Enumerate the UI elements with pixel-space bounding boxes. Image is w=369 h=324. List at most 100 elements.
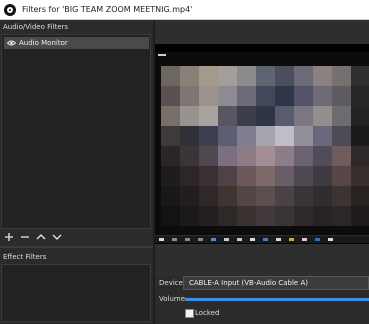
video-pixel-tile (218, 186, 237, 206)
video-pixel-tile (294, 206, 313, 226)
video-pixel-tile (218, 86, 237, 106)
video-pixel-tile (161, 206, 180, 226)
video-pixel-tile (332, 106, 351, 126)
taskbar-icon (198, 238, 203, 241)
remove-filter-button[interactable] (19, 231, 31, 243)
obs-logo-icon (4, 3, 16, 16)
title-bar: Filters for 'BIG TEAM ZOOM MEETNIG.mp4' (0, 0, 369, 20)
video-pixel-tile (199, 126, 218, 146)
video-pixel-tile (161, 146, 180, 166)
video-pixel-tile (199, 86, 218, 106)
video-pixel-tile (275, 166, 294, 186)
video-pixel-tile (237, 86, 256, 106)
volume-fill (185, 298, 369, 301)
move-up-button[interactable] (35, 231, 47, 243)
video-pixel-tile (161, 86, 180, 106)
preview-taskbar (155, 235, 369, 243)
filters-window: Filters for 'BIG TEAM ZOOM MEETNIG.mp4' … (0, 0, 369, 324)
pixelated-video-frame (161, 66, 369, 238)
video-pixel-tile (275, 186, 294, 206)
video-pixel-tile (256, 66, 275, 86)
volume-label: Volume (159, 295, 186, 303)
filter-toolbar (1, 230, 151, 244)
video-pixel-tile (313, 106, 332, 126)
video-pixel-tile (294, 146, 313, 166)
taskbar-icon (328, 238, 333, 241)
video-pixel-tile (237, 106, 256, 126)
window-title: Filters for 'BIG TEAM ZOOM MEETNIG.mp4' (22, 5, 193, 14)
video-pixel-tile (237, 66, 256, 86)
video-pixel-tile (237, 126, 256, 146)
filter-item-audio-monitor[interactable]: Audio Monitor (4, 37, 149, 49)
video-pixel-tile (180, 146, 199, 166)
video-pixel-tile (294, 106, 313, 126)
taskbar-icon (263, 238, 268, 241)
source-preview (155, 44, 369, 244)
filter-properties: Device CABLE-A Input (VB-Audio Cable A) … (155, 276, 369, 324)
taskbar-icon (185, 238, 190, 241)
video-pixel-tile (180, 126, 199, 146)
video-pixel-tile (199, 186, 218, 206)
video-pixel-tile (199, 206, 218, 226)
taskbar-icon (211, 238, 216, 241)
video-pixel-tile (161, 186, 180, 206)
video-pixel-tile (218, 166, 237, 186)
video-pixel-tile (237, 146, 256, 166)
audio-video-filters-list[interactable]: Audio Monitor (1, 34, 151, 229)
left-panel: Audio/Video Filters Audio Monitor Effect… (0, 20, 153, 324)
video-pixel-tile (294, 186, 313, 206)
video-pixel-tile (180, 66, 199, 86)
video-pixel-tile (294, 66, 313, 86)
video-pixel-tile (161, 106, 180, 126)
taskbar-icon (159, 238, 164, 241)
video-pixel-tile (332, 166, 351, 186)
video-pixel-tile (275, 126, 294, 146)
video-pixel-tile (256, 86, 275, 106)
video-pixel-tile (332, 186, 351, 206)
section-divider[interactable] (0, 246, 153, 248)
taskbar-icon (289, 238, 294, 241)
volume-slider[interactable] (185, 298, 369, 301)
taskbar-icon (237, 238, 242, 241)
video-pixel-tile (180, 206, 199, 226)
video-pixel-tile (313, 86, 332, 106)
taskbar-icon (250, 238, 255, 241)
video-pixel-tile (313, 66, 332, 86)
video-pixel-tile (237, 166, 256, 186)
video-pixel-tile (294, 126, 313, 146)
eye-icon[interactable] (6, 37, 17, 49)
video-pixel-tile (332, 86, 351, 106)
video-pixel-tile (275, 106, 294, 126)
video-pixel-tile (199, 66, 218, 86)
effect-filters-list[interactable] (1, 264, 151, 322)
move-down-button[interactable] (51, 231, 63, 243)
video-pixel-tile (313, 166, 332, 186)
video-pixel-tile (313, 206, 332, 226)
video-pixel-tile (294, 86, 313, 106)
frame-edge-shade (351, 66, 369, 238)
preview-window-strip (158, 54, 166, 56)
video-pixel-tile (313, 186, 332, 206)
video-pixel-tile (161, 66, 180, 86)
video-pixel-tile (237, 186, 256, 206)
video-pixel-tile (180, 106, 199, 126)
device-select[interactable]: CABLE-A Input (VB-Audio Cable A) (183, 276, 369, 290)
video-pixel-tile (199, 106, 218, 126)
video-pixel-tile (218, 106, 237, 126)
video-pixel-tile (256, 146, 275, 166)
video-pixel-tile (218, 126, 237, 146)
video-preview-frame (155, 52, 369, 238)
add-filter-button[interactable] (3, 231, 15, 243)
video-pixel-tile (332, 66, 351, 86)
video-pixel-tile (332, 146, 351, 166)
video-pixel-tile (180, 166, 199, 186)
video-pixel-tile (313, 146, 332, 166)
video-pixel-tile (237, 206, 256, 226)
video-pixel-tile (256, 166, 275, 186)
locked-label: Locked (195, 309, 220, 317)
video-pixel-tile (256, 206, 275, 226)
video-pixel-tile (275, 66, 294, 86)
taskbar-icon (172, 238, 177, 241)
locked-checkbox[interactable] (185, 309, 194, 318)
video-pixel-tile (180, 186, 199, 206)
